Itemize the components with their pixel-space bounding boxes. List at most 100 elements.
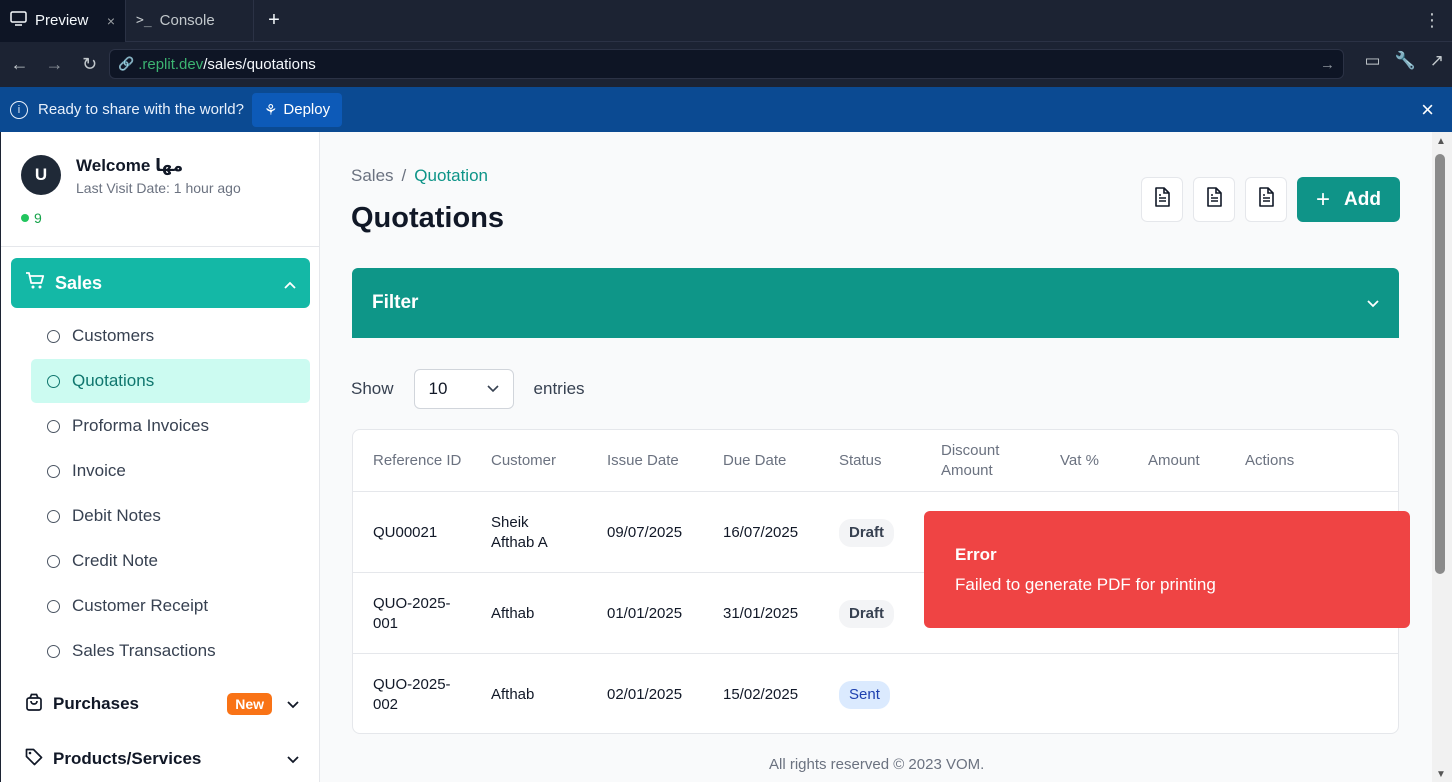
page-title: Quotations: [351, 202, 505, 234]
go-arrow-icon[interactable]: →: [1320, 56, 1335, 73]
export-excel-button[interactable]: [1193, 177, 1235, 222]
column-header: Actions: [1245, 452, 1295, 469]
back-icon[interactable]: ←: [2, 54, 37, 75]
sidebar-item-label: Sales Transactions: [72, 641, 216, 660]
cell-issue-date: 02/01/2025: [607, 685, 683, 703]
circle-icon: [47, 374, 60, 388]
forward-icon[interactable]: →: [37, 54, 72, 75]
column-header[interactable]: Discount Amount: [941, 430, 1021, 492]
export-pdf-button[interactable]: [1245, 177, 1287, 222]
sidebar-item-label: Customers: [72, 326, 155, 345]
circle-icon: [47, 464, 60, 478]
sidebar-item-purchases[interactable]: Purchases New: [25, 684, 300, 724]
sidebar-item-label: Products/Services: [53, 749, 202, 768]
sidebar-item-products-services[interactable]: Products/Services: [25, 739, 300, 779]
tab-preview[interactable]: Preview ×: [0, 0, 126, 42]
link-icon: 🔗: [118, 56, 135, 71]
chevron-up-icon: [284, 273, 296, 294]
sidebar-item-credit-note[interactable]: Credit Note: [31, 539, 310, 583]
document-icon: [1153, 187, 1171, 212]
deploy-button[interactable]: ⚘ Deploy: [251, 92, 343, 127]
devices-icon[interactable]: ▭: [1365, 51, 1381, 71]
filter-label: Filter: [372, 292, 419, 313]
banner-text: Ready to share with the world?: [38, 101, 244, 118]
export-csv-button[interactable]: [1141, 177, 1183, 222]
entries-value: 10: [428, 379, 448, 398]
sidebar-item-customer-receipt[interactable]: Customer Receipt: [31, 584, 310, 628]
tab-console[interactable]: >_ Console: [126, 0, 254, 42]
error-toast[interactable]: Error Failed to generate PDF for printin…: [924, 511, 1410, 628]
close-tab-icon[interactable]: ×: [107, 13, 115, 29]
show-label: Show: [351, 379, 394, 398]
app-viewport: U Welcome مها Last Visit Date: 1 hour ag…: [1, 132, 1432, 782]
add-quotation-button[interactable]: + Add: [1297, 177, 1400, 222]
circle-icon: [47, 419, 60, 433]
breadcrumb: Sales / Quotation: [351, 166, 488, 186]
cell-issue-date: 09/07/2025: [607, 523, 683, 541]
status-badge: Draft: [839, 518, 895, 547]
sidebar-item-invoice[interactable]: Invoice: [31, 449, 310, 493]
filter-panel-header[interactable]: Filter: [352, 268, 1399, 338]
cell-status: Draft: [839, 573, 895, 654]
deploy-banner: i Ready to share with the world? ⚘ Deplo…: [0, 87, 1452, 132]
sidebar-item-quotations[interactable]: Quotations: [31, 359, 310, 403]
sidebar-item-label: Debit Notes: [72, 506, 161, 525]
avatar[interactable]: U: [21, 155, 61, 195]
sidebar-item-label: Quotations: [72, 371, 155, 390]
info-icon: i: [10, 100, 28, 119]
breadcrumb-sales[interactable]: Sales: [351, 166, 394, 185]
column-header[interactable]: Reference ID: [373, 430, 463, 492]
cell-reference: QUO-2025-002: [373, 675, 451, 713]
toast-message: Failed to generate PDF for printing: [955, 575, 1216, 594]
external-link-icon[interactable]: ↗: [1430, 51, 1444, 71]
tab-preview-label: Preview: [35, 12, 89, 29]
cell-customer: Afthab: [491, 604, 535, 622]
deploy-icon: ⚘: [263, 101, 278, 119]
scroll-down-icon[interactable]: ▼: [1436, 769, 1446, 780]
online-count: 9: [34, 210, 42, 226]
tab-console-label: Console: [159, 12, 215, 29]
toast-title: Error: [955, 545, 997, 564]
sidebar-item-label: Purchases: [53, 694, 139, 713]
terminal-icon: >_: [136, 13, 152, 28]
scroll-up-icon[interactable]: ▲: [1436, 136, 1446, 147]
new-tab-button[interactable]: +: [254, 9, 294, 32]
add-label: Add: [1344, 188, 1381, 210]
circle-icon: [47, 554, 60, 568]
chevron-down-icon: [286, 749, 300, 769]
cell-due-date: 15/02/2025: [723, 685, 799, 703]
entries-select[interactable]: 10: [413, 369, 514, 409]
status-badge: Sent: [839, 680, 890, 709]
table-row: QUO-2025-002 Afthab 02/01/2025 15/02/202…: [353, 654, 1398, 733]
bag-icon: [25, 693, 43, 716]
user-panel: U Welcome مها Last Visit Date: 1 hour ag…: [1, 132, 319, 247]
sidebar-item-customers[interactable]: Customers: [31, 314, 310, 358]
footer-text: All rights reserved © 2023 VOM.: [769, 756, 985, 773]
column-header[interactable]: Amount: [1148, 430, 1200, 492]
circle-icon: [47, 599, 60, 613]
scrollbar-thumb[interactable]: [1435, 154, 1445, 574]
browser-tab-bar: Preview × >_ Console + ⋮: [0, 0, 1452, 42]
page-scrollbar[interactable]: ▲ ▼: [1432, 132, 1452, 782]
column-header[interactable]: Customer: [491, 430, 556, 492]
sidebar-item-proforma-invoices[interactable]: Proforma Invoices: [31, 404, 310, 448]
cell-status: Sent: [839, 654, 890, 733]
more-menu-icon[interactable]: ⋮: [1412, 10, 1452, 31]
column-header[interactable]: Status: [839, 430, 882, 492]
cart-icon: [25, 271, 45, 295]
sidebar-item-label: Customer Receipt: [72, 596, 209, 615]
reload-icon[interactable]: ↻: [72, 54, 107, 75]
page-size-control: Show 10 entries: [351, 369, 585, 409]
welcome-text: Welcome مها: [76, 156, 184, 175]
wrench-icon[interactable]: 🔧: [1395, 51, 1416, 71]
sidebar-item-sales[interactable]: Sales: [11, 258, 310, 308]
column-header[interactable]: Due Date: [723, 430, 786, 492]
close-banner-icon[interactable]: ×: [1421, 97, 1434, 123]
url-field[interactable]: 🔗 .replit.dev /sales/quotations →: [109, 49, 1344, 79]
column-header[interactable]: Issue Date: [607, 430, 679, 492]
sidebar-item-debit-notes[interactable]: Debit Notes: [31, 494, 310, 538]
sidebar-item-sales-transactions[interactable]: Sales Transactions: [31, 629, 310, 673]
online-indicator: 9: [21, 210, 42, 226]
column-header[interactable]: Vat %: [1060, 430, 1099, 492]
tag-icon: [25, 748, 43, 771]
